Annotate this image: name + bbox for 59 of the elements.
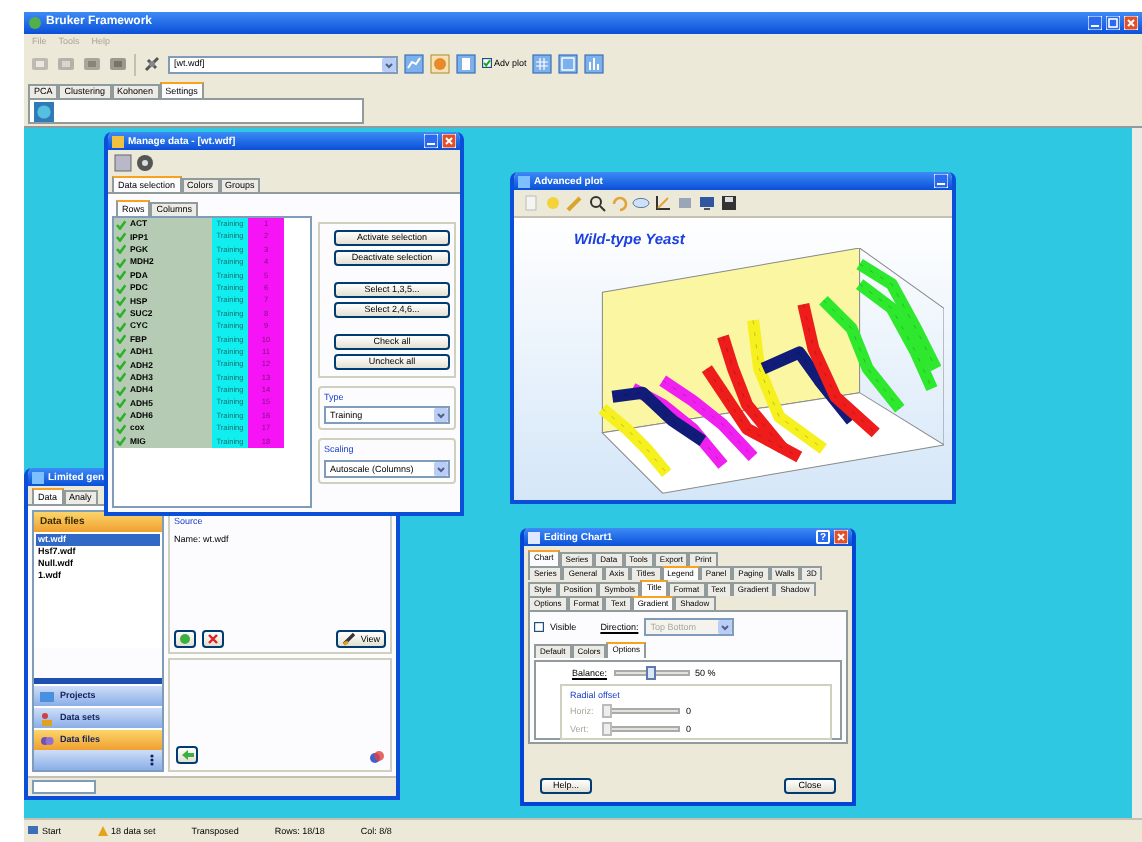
check-icon[interactable] <box>116 257 126 268</box>
minimize-icon[interactable] <box>1088 16 1102 30</box>
dropdown-arrow-icon[interactable] <box>434 408 448 423</box>
folder-icon <box>40 689 54 703</box>
check-icon[interactable] <box>116 283 126 294</box>
check-icon[interactable] <box>116 372 126 383</box>
app-icon <box>28 16 42 30</box>
window-icon <box>528 531 540 543</box>
window-icon <box>518 175 530 187</box>
checkbox[interactable] <box>482 58 492 69</box>
check-icon[interactable] <box>116 347 126 358</box>
save-icon[interactable] <box>720 194 738 212</box>
monitor-icon <box>28 825 38 836</box>
check-icon[interactable] <box>116 308 126 319</box>
plus-icon <box>180 634 190 644</box>
bars-icon[interactable] <box>584 54 605 74</box>
pencil-icon <box>342 632 357 646</box>
check-icon[interactable] <box>116 436 126 447</box>
check-icon[interactable] <box>116 219 126 230</box>
check-icon[interactable] <box>116 423 126 434</box>
check-icon[interactable] <box>116 334 126 345</box>
minimize-icon[interactable] <box>424 134 438 148</box>
close-icon[interactable] <box>442 134 456 148</box>
close-icon[interactable] <box>1124 16 1138 30</box>
delete-button[interactable] <box>202 630 224 648</box>
maximize-icon[interactable] <box>1106 16 1120 30</box>
back-button[interactable] <box>176 746 198 764</box>
add-button[interactable] <box>174 630 196 648</box>
close-icon[interactable] <box>834 530 848 544</box>
chart-icon[interactable] <box>404 54 424 74</box>
scrollbar[interactable] <box>1132 128 1142 818</box>
axis-icon[interactable] <box>654 194 672 212</box>
slider-thumb[interactable] <box>646 665 657 680</box>
globe-icon[interactable] <box>34 102 54 122</box>
window-icon <box>32 471 44 483</box>
zoom-icon[interactable] <box>588 194 606 212</box>
checkbox[interactable] <box>534 622 544 632</box>
arrow-left-icon <box>181 750 193 760</box>
input-field[interactable] <box>32 780 96 794</box>
check-icon[interactable] <box>116 244 126 255</box>
check-icon[interactable] <box>116 398 126 409</box>
check-icon[interactable] <box>116 321 126 332</box>
window-icon <box>112 135 124 147</box>
grid-icon[interactable] <box>532 54 553 74</box>
check-icon[interactable] <box>116 270 126 281</box>
logo-icon <box>370 750 384 764</box>
check-icon[interactable] <box>116 296 126 307</box>
close-icon <box>208 634 218 644</box>
dropdown-arrow-icon[interactable] <box>382 57 396 71</box>
dropdown-arrow-icon[interactable] <box>434 461 448 476</box>
monitor-icon[interactable] <box>698 194 716 212</box>
check-icon[interactable] <box>116 411 126 422</box>
document-icon[interactable] <box>456 54 476 74</box>
check-icon[interactable] <box>116 385 126 396</box>
minimize-icon[interactable] <box>934 174 948 188</box>
warning-icon <box>97 825 108 836</box>
check-icon[interactable] <box>116 360 126 370</box>
gear-icon[interactable] <box>136 153 154 171</box>
check-icon[interactable] <box>116 232 126 243</box>
